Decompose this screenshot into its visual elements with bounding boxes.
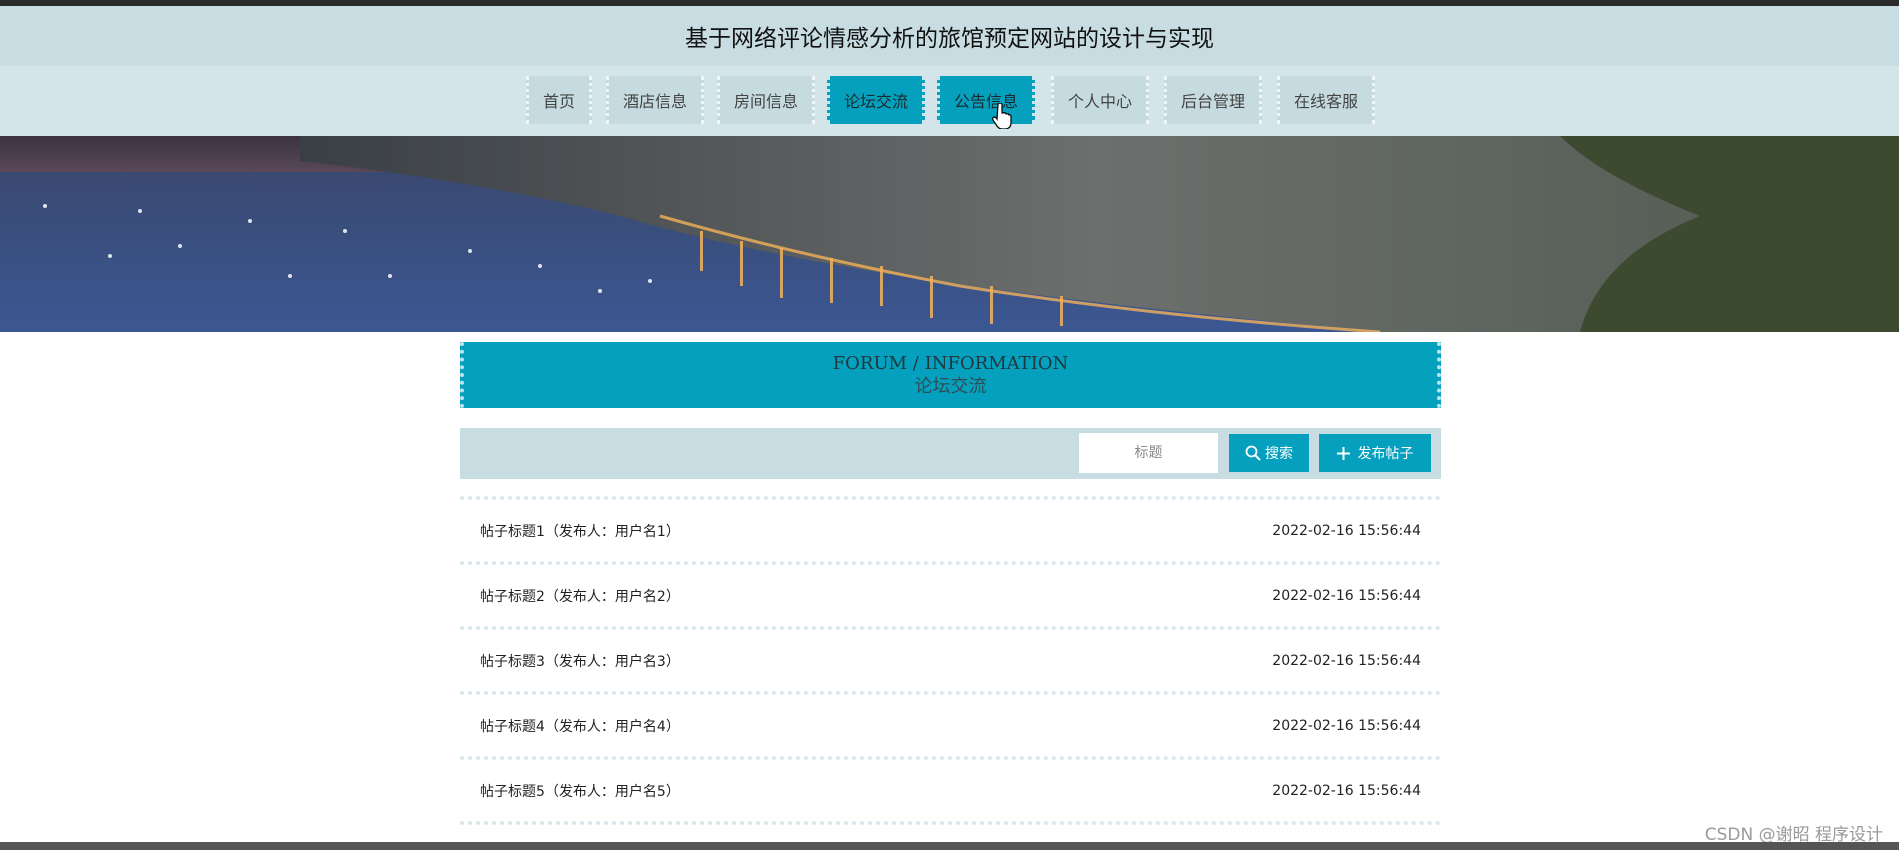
post-title[interactable]: 帖子标题5（发布人：用户名5）	[480, 781, 680, 801]
new-post-button[interactable]: 发布帖子	[1319, 434, 1431, 472]
post-title[interactable]: 帖子标题1（发布人：用户名1）	[480, 521, 680, 541]
nav-item-admin[interactable]: 后台管理	[1164, 76, 1262, 124]
harbor-night-image	[0, 136, 1899, 332]
site-title: 基于网络评论情感分析的旅馆预定网站的设计与实现	[685, 26, 1214, 52]
search-button[interactable]: 搜索	[1229, 434, 1309, 472]
post-time: 2022-02-16 15:56:44	[1272, 522, 1421, 539]
main-nav: 首页 酒店信息 房间信息 论坛交流 公告信息 个人中心 后台管理 在线客服	[0, 66, 1899, 136]
plus-icon	[1336, 446, 1350, 460]
nav-item-announcements[interactable]: 公告信息	[937, 76, 1035, 124]
new-post-button-label: 发布帖子	[1357, 446, 1414, 462]
post-title[interactable]: 帖子标题3（发布人：用户名3）	[480, 651, 680, 671]
post-row[interactable]: 帖子标题3（发布人：用户名3） 2022-02-16 15:56:44	[460, 630, 1441, 691]
search-toolbar: 搜索 发布帖子	[460, 428, 1441, 479]
post-row[interactable]: 帖子标题2（发布人：用户名2） 2022-02-16 15:56:44	[460, 565, 1441, 626]
hand-cursor-icon	[992, 103, 1012, 129]
post-title[interactable]: 帖子标题2（发布人：用户名2）	[480, 586, 680, 606]
nav-item-personal-center[interactable]: 个人中心	[1051, 76, 1149, 124]
section-header: FORUM / INFORMATION 论坛交流	[460, 342, 1441, 408]
hero-banner	[0, 136, 1899, 332]
divider	[460, 821, 1441, 825]
post-title[interactable]: 帖子标题4（发布人：用户名4）	[480, 716, 680, 736]
post-time: 2022-02-16 15:56:44	[1272, 782, 1421, 799]
bottom-edge	[0, 842, 1899, 850]
post-row[interactable]: 帖子标题5（发布人：用户名5） 2022-02-16 15:56:44	[460, 760, 1441, 821]
search-button-label: 搜索	[1265, 446, 1293, 462]
post-row[interactable]: 帖子标题4（发布人：用户名4） 2022-02-16 15:56:44	[460, 695, 1441, 756]
nav-item-hotel-info[interactable]: 酒店信息	[606, 76, 704, 124]
post-row[interactable]: 帖子标题1（发布人：用户名1） 2022-02-16 15:56:44	[460, 500, 1441, 561]
post-time: 2022-02-16 15:56:44	[1272, 587, 1421, 604]
search-icon	[1245, 445, 1261, 461]
section-title-cn: 论坛交流	[914, 376, 987, 397]
post-time: 2022-02-16 15:56:44	[1272, 717, 1421, 734]
title-search-input[interactable]	[1079, 433, 1218, 473]
post-time: 2022-02-16 15:56:44	[1272, 652, 1421, 669]
section-title-en: FORUM / INFORMATION	[832, 353, 1069, 374]
nav-item-home[interactable]: 首页	[526, 76, 592, 124]
post-list: 帖子标题1（发布人：用户名1） 2022-02-16 15:56:44 帖子标题…	[460, 496, 1441, 825]
nav-item-forum[interactable]: 论坛交流	[827, 76, 925, 124]
nav-item-online-service[interactable]: 在线客服	[1277, 76, 1375, 124]
nav-item-room-info[interactable]: 房间信息	[717, 76, 815, 124]
site-header: 基于网络评论情感分析的旅馆预定网站的设计与实现	[0, 6, 1899, 66]
